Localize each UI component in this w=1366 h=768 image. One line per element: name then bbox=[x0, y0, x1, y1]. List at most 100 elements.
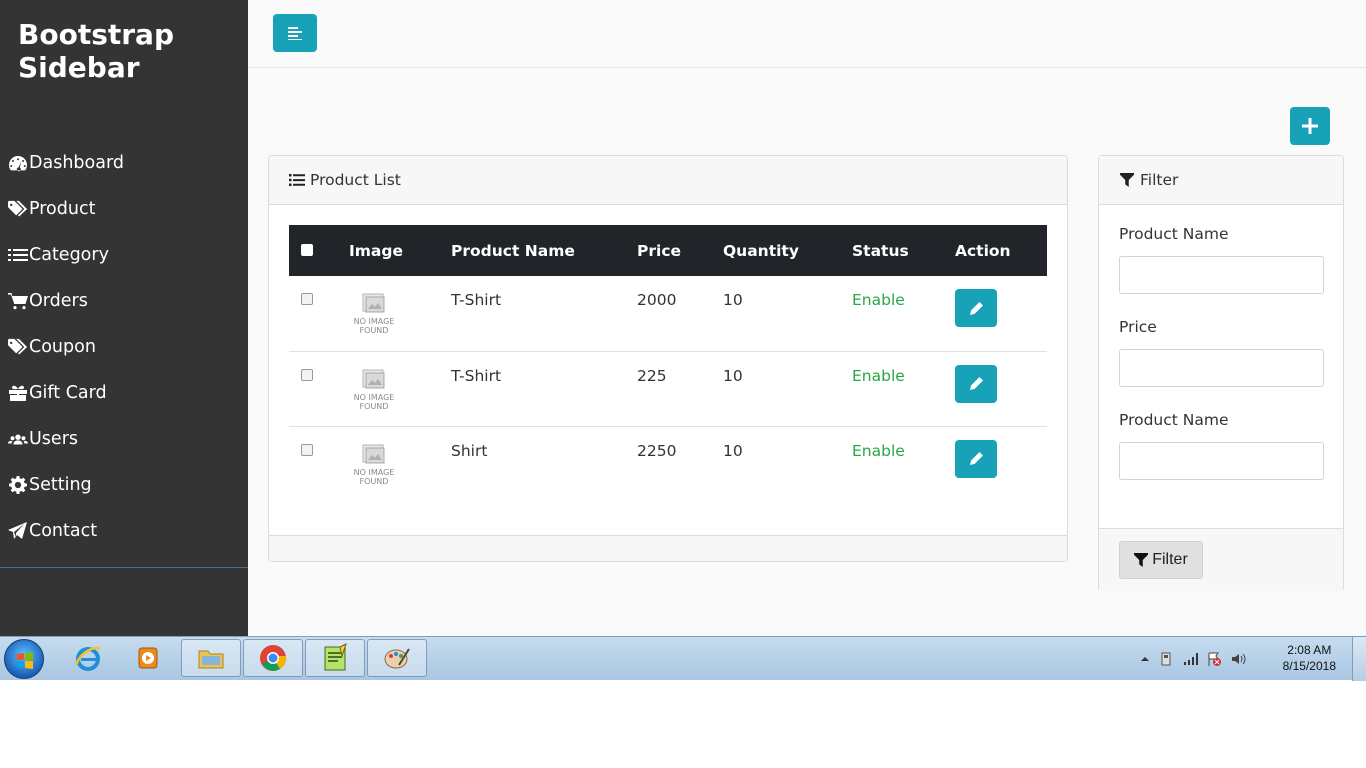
product-name: T-Shirt bbox=[451, 276, 637, 352]
plus-icon bbox=[1302, 118, 1318, 134]
chrome-icon bbox=[260, 645, 287, 671]
row-checkbox[interactable] bbox=[301, 368, 313, 381]
action-center-flag-icon[interactable] bbox=[1206, 651, 1222, 667]
filter-icon bbox=[1134, 553, 1149, 567]
users-icon bbox=[8, 434, 28, 445]
product-price: 225 bbox=[637, 351, 723, 427]
table-row: NO IMAGE FOUND Shirt 2250 10 Enable bbox=[289, 426, 1047, 501]
column-header-action[interactable]: Action bbox=[955, 225, 1047, 276]
product-quantity: 10 bbox=[723, 351, 852, 427]
product-list-footer bbox=[269, 535, 1067, 561]
folder-icon bbox=[198, 650, 224, 669]
sidebar-item-label: Orders bbox=[29, 291, 88, 311]
sidebar-item-product[interactable]: Product bbox=[0, 186, 248, 232]
filter-icon bbox=[1120, 173, 1134, 187]
no-image-text: FOUND bbox=[359, 326, 389, 335]
product-image-placeholder: NO IMAGE FOUND bbox=[349, 367, 399, 411]
gear-icon bbox=[9, 476, 27, 494]
pencil-icon bbox=[969, 301, 983, 315]
taskbar-chrome[interactable] bbox=[243, 639, 303, 677]
network-signal-icon[interactable] bbox=[1182, 651, 1198, 667]
sidebar-item-label: Setting bbox=[29, 475, 92, 495]
usb-device-icon[interactable] bbox=[1158, 651, 1174, 667]
pencil-icon bbox=[969, 377, 983, 390]
column-header-quantity[interactable]: Quantity bbox=[723, 225, 852, 276]
filter-header: Filter bbox=[1099, 156, 1343, 205]
table-row: NO IMAGE FOUND T-Shirt 2000 10 Enable bbox=[289, 276, 1047, 352]
row-checkbox[interactable] bbox=[301, 443, 313, 456]
windows-logo-icon bbox=[17, 652, 33, 669]
product-status: Enable bbox=[852, 276, 955, 352]
clock-time: 2:08 AM bbox=[1287, 643, 1332, 657]
product-table: Image Product Name Price Quantity Status… bbox=[289, 225, 1047, 501]
table-row: NO IMAGE FOUND T-Shirt 225 10 Enable bbox=[289, 351, 1047, 427]
show-desktop-button[interactable] bbox=[1352, 637, 1366, 681]
image-placeholder-icon bbox=[362, 369, 385, 388]
sidebar-item-setting[interactable]: Setting bbox=[0, 462, 248, 508]
column-header-image[interactable]: Image bbox=[349, 225, 451, 276]
sidebar-item-coupon[interactable]: Coupon bbox=[0, 324, 248, 370]
product-image-placeholder: NO IMAGE FOUND bbox=[349, 442, 399, 486]
sidebar-brand: Bootstrap Sidebar bbox=[18, 18, 188, 84]
product-quantity: 10 bbox=[723, 441, 743, 460]
sidebar-item-label: Contact bbox=[29, 521, 98, 541]
sidebar-item-contact[interactable]: Contact bbox=[0, 508, 248, 554]
sidebar-item-users[interactable]: Users bbox=[0, 416, 248, 462]
taskbar-internet-explorer[interactable] bbox=[58, 639, 118, 677]
product-name: T-Shirt bbox=[451, 351, 637, 427]
sidebar-item-dashboard[interactable]: Dashboard bbox=[0, 140, 248, 186]
sidebar: Bootstrap Sidebar Dashboard Product Cate… bbox=[0, 0, 248, 636]
edit-button[interactable] bbox=[955, 289, 997, 327]
gift-icon bbox=[9, 385, 27, 401]
no-image-text: FOUND bbox=[359, 401, 389, 411]
taskbar: 2:08 AM 8/15/2018 bbox=[0, 636, 1366, 681]
product-image-placeholder: NO IMAGE FOUND bbox=[349, 291, 399, 335]
sidebar-item-orders[interactable]: Orders bbox=[0, 278, 248, 324]
start-button[interactable] bbox=[4, 639, 44, 679]
edit-button[interactable] bbox=[955, 439, 997, 478]
filter-card: Filter Product Name Price Product Name F… bbox=[1098, 155, 1344, 591]
taskbar-notepad-plus[interactable] bbox=[305, 639, 365, 677]
column-header-status[interactable]: Status bbox=[852, 225, 955, 276]
product-quantity: 10 bbox=[723, 276, 852, 352]
clock-date: 8/15/2018 bbox=[1282, 659, 1336, 673]
tags-icon bbox=[8, 338, 28, 355]
taskbar-paint[interactable] bbox=[367, 639, 427, 677]
column-header-price[interactable]: Price bbox=[637, 225, 723, 276]
filter-form: Product Name Price Product Name bbox=[1099, 205, 1343, 524]
no-image-text: NO IMAGE bbox=[353, 317, 395, 326]
add-product-button[interactable] bbox=[1290, 107, 1330, 145]
sidebar-item-label: Coupon bbox=[29, 337, 96, 357]
card-title: Filter bbox=[1140, 171, 1179, 189]
sidebar-item-label: Gift Card bbox=[29, 383, 107, 403]
table-header: Image Product Name Price Quantity Status… bbox=[289, 225, 1047, 276]
tags-icon bbox=[8, 200, 28, 217]
sidebar-item-label: Product bbox=[29, 199, 96, 219]
dashboard-icon bbox=[9, 156, 27, 172]
product-status: Enable bbox=[852, 441, 905, 460]
row-checkbox[interactable] bbox=[301, 293, 313, 305]
sidebar-item-gift-card[interactable]: Gift Card bbox=[0, 370, 248, 416]
taskbar-file-explorer[interactable] bbox=[181, 639, 241, 677]
edit-button[interactable] bbox=[955, 364, 997, 403]
product-name-input-2[interactable] bbox=[1119, 442, 1324, 480]
align-left-icon bbox=[288, 27, 302, 40]
taskbar-media-player[interactable] bbox=[118, 639, 178, 677]
system-clock[interactable]: 2:08 AM 8/15/2018 bbox=[1283, 642, 1336, 674]
sidebar-item-category[interactable]: Category bbox=[0, 232, 248, 278]
select-all-checkbox[interactable] bbox=[301, 243, 313, 256]
product-price: 2000 bbox=[637, 276, 723, 352]
list-icon bbox=[289, 174, 305, 186]
price-input[interactable] bbox=[1119, 349, 1324, 387]
sidebar-toggle-button[interactable] bbox=[273, 14, 317, 52]
filter-footer: Filter bbox=[1099, 528, 1343, 591]
show-hidden-icons-icon[interactable] bbox=[1140, 651, 1150, 667]
column-header-product-name[interactable]: Product Name bbox=[451, 225, 637, 276]
filter-button[interactable]: Filter bbox=[1119, 541, 1203, 579]
sidebar-divider bbox=[0, 567, 248, 568]
list-icon bbox=[8, 249, 28, 261]
sidebar-item-label: Category bbox=[29, 245, 109, 265]
volume-icon[interactable] bbox=[1230, 651, 1246, 667]
product-name-input[interactable] bbox=[1119, 256, 1324, 294]
product-list-header: Product List bbox=[269, 156, 1067, 205]
